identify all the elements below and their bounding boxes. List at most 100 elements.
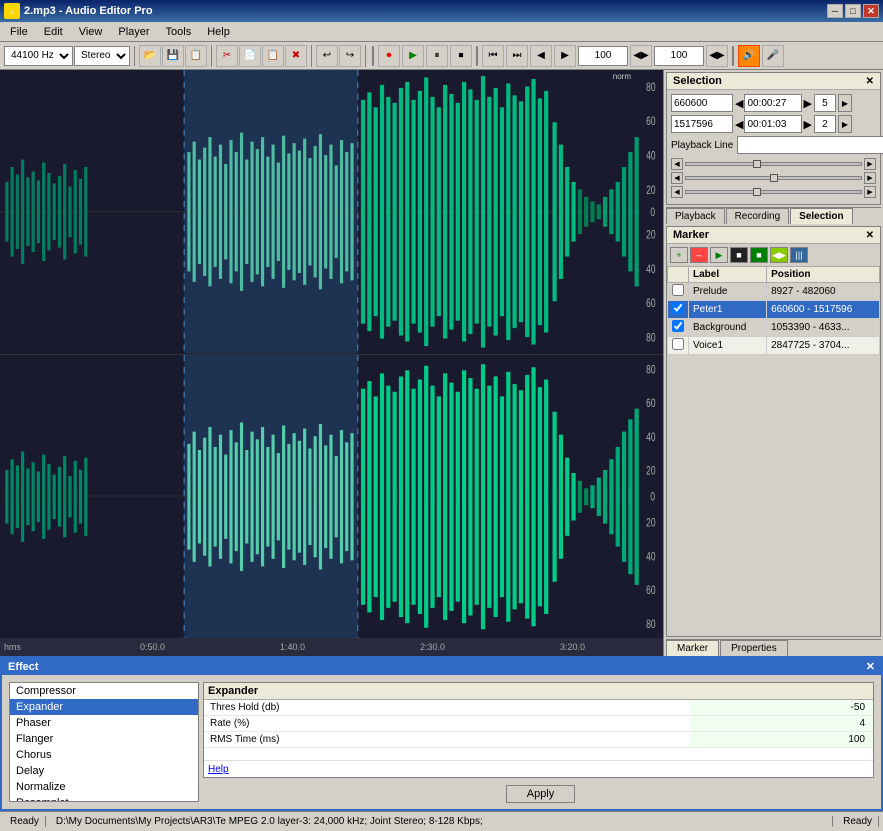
copy-button[interactable]: 📄 <box>239 45 261 67</box>
marker-check-voice1[interactable] <box>672 338 684 350</box>
marker-play-button[interactable]: ▶ <box>710 247 728 263</box>
open-button[interactable]: 📂 <box>139 45 161 67</box>
tab-selection[interactable]: Selection <box>790 208 852 224</box>
selection-close-button[interactable]: ✕ <box>866 76 874 87</box>
slider2-thumb[interactable] <box>770 174 778 182</box>
marker-row-selected: Peter1 660600 - 1517596 <box>668 301 880 319</box>
marker-add-button[interactable]: + <box>670 247 688 263</box>
waveform-container[interactable]: norm <box>0 70 663 656</box>
slider3-track[interactable] <box>685 190 862 194</box>
waveform-top-svg: 80 60 40 20 0 20 40 60 80 <box>0 70 663 354</box>
slider2-track[interactable] <box>685 176 862 180</box>
marker-check-peter1[interactable] <box>672 302 684 314</box>
marker-remove-button[interactable]: – <box>690 247 708 263</box>
timeline: hms 0:50.0 1:40.0 2:30.0 3:20.0 <box>0 638 663 656</box>
save-button[interactable]: 💾 <box>162 45 184 67</box>
effect-item-chorus[interactable]: Chorus <box>10 747 198 763</box>
pause-button[interactable]: ⏸ <box>426 45 448 67</box>
start-num-input[interactable] <box>814 94 836 112</box>
svg-text:40: 40 <box>646 430 655 444</box>
slider3-thumb[interactable] <box>753 188 761 196</box>
time-140: 1:40.0 <box>280 642 305 652</box>
nav-right[interactable]: ▶ <box>554 45 576 67</box>
slider3-left[interactable]: ◀ <box>671 186 683 198</box>
slider2-left[interactable]: ◀ <box>671 172 683 184</box>
tab-playback[interactable]: Playback <box>666 208 725 224</box>
marker-check-background[interactable] <box>672 320 684 332</box>
save-as-button[interactable]: 📋 <box>185 45 207 67</box>
marker-bars-button[interactable]: ||| <box>790 247 808 263</box>
effect-list: Compressor Expander Phaser Flanger Choru… <box>9 682 199 802</box>
slider-row-2: ◀ ▶ <box>671 172 876 184</box>
channels-select[interactable]: Stereo <box>74 46 130 66</box>
effect-item-phaser[interactable]: Phaser <box>10 715 198 731</box>
bottom-tab-properties[interactable]: Properties <box>720 640 788 656</box>
slider1-right[interactable]: ▶ <box>864 158 876 170</box>
undo-button[interactable]: ↩ <box>316 45 338 67</box>
param-threshold-label: Thres Hold (db) <box>204 700 690 716</box>
effect-item-resamplet[interactable]: Resamplet <box>10 795 198 802</box>
zoom-right-spin[interactable]: ◀▶ <box>706 45 728 67</box>
effect-close-button[interactable]: ✕ <box>866 660 875 673</box>
start-nav-button[interactable]: ▶ <box>838 94 852 112</box>
effect-item-compressor[interactable]: Compressor <box>10 683 198 699</box>
marker-table: Label Position Prelude 8927 - 482060 Pet… <box>667 266 880 355</box>
marker-stop-button[interactable]: ■ <box>730 247 748 263</box>
menu-file[interactable]: File <box>2 24 36 40</box>
menu-help[interactable]: Help <box>199 24 238 40</box>
menu-edit[interactable]: Edit <box>36 24 71 40</box>
svg-text:0: 0 <box>650 207 655 220</box>
end-nav-button[interactable]: ▶ <box>838 115 852 133</box>
start-time-input[interactable] <box>744 94 802 112</box>
slider1-track[interactable] <box>685 162 862 166</box>
end-time-input[interactable] <box>744 115 802 133</box>
selection-panel-content: ◀ ▶ ▶ ◀ ▶ ▶ <box>667 90 880 204</box>
tab-recording[interactable]: Recording <box>726 208 790 224</box>
end-num-input[interactable] <box>814 115 836 133</box>
marker-green-button[interactable]: ■ <box>750 247 768 263</box>
delete-button[interactable]: ✖ <box>285 45 307 67</box>
marker-panel-title: Marker ✕ <box>667 227 880 244</box>
slider3-right[interactable]: ▶ <box>864 186 876 198</box>
cut-button[interactable]: ✂ <box>216 45 238 67</box>
marker-check-prelude[interactable] <box>672 284 684 296</box>
marker-split-button[interactable]: ◀▶ <box>770 247 788 263</box>
close-button[interactable]: ✕ <box>863 4 879 18</box>
minimize-button[interactable]: ─ <box>827 4 843 18</box>
marker-close-button[interactable]: ✕ <box>866 230 874 241</box>
record-button[interactable]: ⏺ <box>378 45 400 67</box>
slider2-right[interactable]: ▶ <box>864 172 876 184</box>
slider1-thumb[interactable] <box>753 160 761 168</box>
rewind-right[interactable]: ⏭ <box>506 45 528 67</box>
end-sample-input[interactable] <box>671 115 733 133</box>
speaker-button[interactable]: 🔊 <box>738 45 760 67</box>
menu-view[interactable]: View <box>71 24 111 40</box>
waveform-top[interactable]: norm <box>0 70 663 355</box>
waveform-bottom[interactable]: 80 60 40 20 0 20 40 60 80 <box>0 355 663 639</box>
playback-line-input[interactable] <box>737 136 883 154</box>
mic-button[interactable]: 🎤 <box>762 45 784 67</box>
effect-item-delay[interactable]: Delay <box>10 763 198 779</box>
nav-left[interactable]: ◀ <box>530 45 552 67</box>
effect-help-link[interactable]: Help <box>208 764 229 775</box>
zoom-left-input[interactable] <box>578 46 628 66</box>
effect-item-normalize[interactable]: Normalize <box>10 779 198 795</box>
stop-button[interactable]: ⏹ <box>450 45 472 67</box>
zoom-left-spin[interactable]: ◀▶ <box>630 45 652 67</box>
effect-apply-button[interactable]: Apply <box>506 785 576 803</box>
effect-item-expander[interactable]: Expander <box>10 699 198 715</box>
effect-item-flanger[interactable]: Flanger <box>10 731 198 747</box>
rewind-left[interactable]: ⏮ <box>482 45 504 67</box>
maximize-button[interactable]: □ <box>845 4 861 18</box>
sample-rate-select[interactable]: 44100 Hz <box>4 46 73 66</box>
menu-tools[interactable]: Tools <box>158 24 200 40</box>
start-sample-input[interactable] <box>671 94 733 112</box>
redo-button[interactable]: ↪ <box>339 45 361 67</box>
effect-panel: Effect ✕ Compressor Expander Phaser Flan… <box>0 656 883 811</box>
menu-player[interactable]: Player <box>110 24 157 40</box>
play-button[interactable]: ▶ <box>402 45 424 67</box>
paste-button[interactable]: 📋 <box>262 45 284 67</box>
bottom-tab-marker[interactable]: Marker <box>666 640 719 656</box>
slider1-left[interactable]: ◀ <box>671 158 683 170</box>
zoom-right-input[interactable] <box>654 46 704 66</box>
